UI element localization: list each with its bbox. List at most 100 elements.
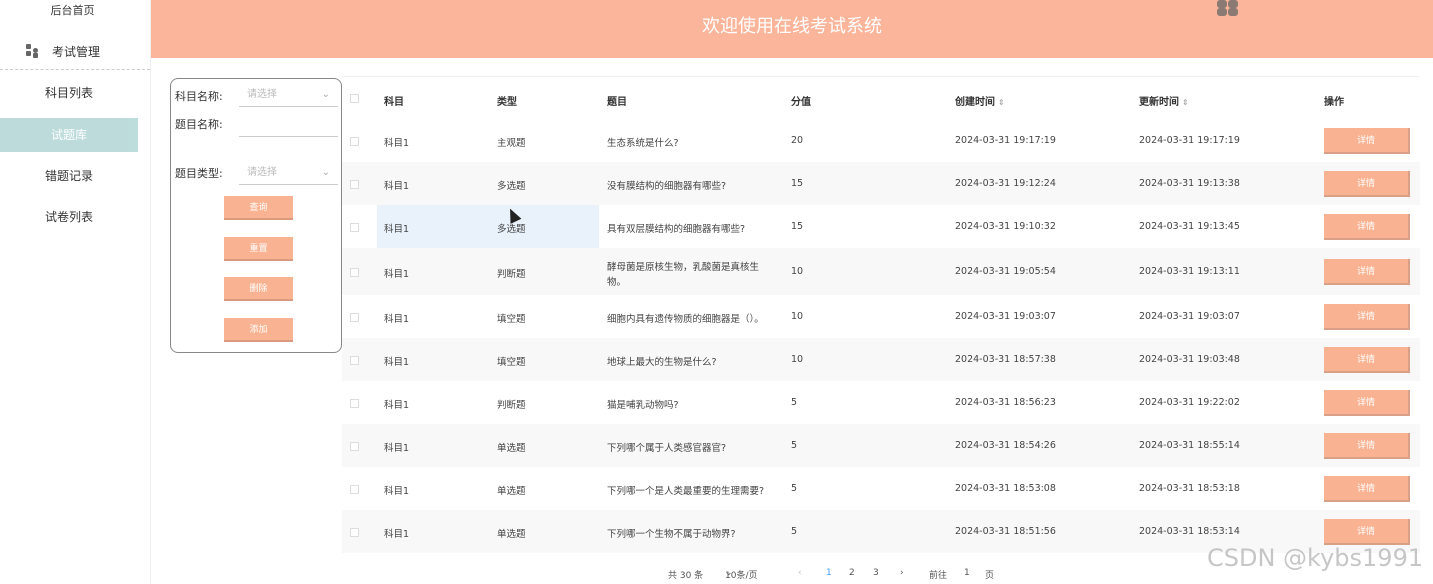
row-checkbox[interactable]	[350, 399, 359, 408]
cell-subject: 科目1	[384, 269, 410, 280]
table-row: 科目1 判断题 酵母菌是原核生物，乳酸菌是真核生 物。 10 2024-03-31 19:…	[342, 248, 1420, 295]
detail-button[interactable]: 详情	[1324, 476, 1410, 502]
subject-select[interactable]: 请选择 ⌄	[239, 83, 338, 107]
reset-button[interactable]: 重置	[224, 237, 293, 261]
next-page-icon[interactable]: ›	[900, 568, 904, 578]
col-updated[interactable]: 更新时间 ⇕	[1139, 93, 1189, 108]
cell-score: 5	[791, 483, 798, 494]
pager-total: 共 30 条	[668, 571, 704, 581]
subject-placeholder: 请选择	[247, 89, 277, 100]
cell-subject: 科目1	[384, 224, 410, 235]
detail-button[interactable]: 详情	[1324, 304, 1410, 330]
row-checkbox[interactable]	[350, 268, 359, 277]
table-row: 科目1 填空题 地球上最大的生物是什么? 10 2024-03-31 18:57:38 2…	[342, 338, 1420, 381]
row-checkbox[interactable]	[350, 137, 359, 146]
cell-score: 10	[791, 311, 804, 322]
cell-created: 2024-03-31 18:53:08	[955, 483, 1056, 494]
row-checkbox[interactable]	[350, 313, 359, 322]
detail-button[interactable]: 详情	[1324, 433, 1410, 459]
cell-score: 5	[791, 397, 798, 408]
question-label: 题目名称:	[175, 118, 223, 131]
row-checkbox[interactable]	[350, 180, 359, 189]
cell-question: 地球上最大的生物是什么?	[607, 357, 717, 368]
goto-input[interactable]: 1	[964, 568, 970, 578]
col-score: 分值	[791, 97, 811, 108]
detail-button[interactable]: 详情	[1324, 347, 1410, 373]
cell-updated: 2024-03-31 19:17:19	[1139, 135, 1240, 146]
goto-label: 前往	[929, 571, 948, 581]
cell-subject: 科目1	[384, 400, 410, 411]
sidebar-item-question-bank[interactable]: 试题库	[0, 118, 138, 152]
sidebar-item-subjects[interactable]: 科目列表	[0, 76, 138, 110]
page-1[interactable]: 1	[826, 568, 832, 578]
cell-created: 2024-03-31 18:54:26	[955, 440, 1056, 451]
search-button[interactable]: 查询	[224, 196, 293, 220]
detail-button[interactable]: 详情	[1324, 171, 1410, 197]
detail-button[interactable]: 详情	[1324, 128, 1410, 154]
type-label: 题目类型:	[175, 167, 223, 180]
cell-score: 5	[791, 526, 798, 537]
user-icon[interactable]	[1217, 0, 1239, 16]
cell-question: 酵母菌是原核生物，乳酸菌是真核生	[607, 262, 760, 273]
table-row: 科目1 单选题 下列哪个属于人类感官器官? 5 2024-03-31 18:54:26 2…	[342, 424, 1420, 467]
cell-type: 单选题	[497, 486, 526, 497]
table-row: 科目1 填空题 细胞内具有遗传物质的细胞器是（）。 10 2024-03-31 19:0…	[342, 295, 1420, 338]
cell-question: 下列哪个属于人类感官器官?	[607, 443, 727, 454]
row-checkbox[interactable]	[350, 356, 359, 365]
col-question: 题目	[607, 97, 627, 108]
cell-created: 2024-03-31 19:05:54	[955, 266, 1056, 277]
sidebar-group-exam[interactable]: 考试管理	[0, 40, 150, 70]
add-button[interactable]: 添加	[224, 318, 293, 342]
cell-score: 10	[791, 354, 804, 365]
detail-button[interactable]: 详情	[1324, 519, 1410, 545]
sidebar-item-papers[interactable]: 试卷列表	[0, 200, 138, 234]
col-created[interactable]: 创建时间 ⇕	[955, 93, 1005, 108]
row-checkbox[interactable]	[350, 485, 359, 494]
table-row: 科目1 多选题 具有双层膜结构的细胞器有哪些? 15 2024-03-31 19:10:…	[342, 205, 1420, 248]
page-3[interactable]: 3	[873, 568, 879, 578]
cell-created: 2024-03-31 19:10:32	[955, 221, 1056, 232]
page-title: 欢迎使用在线考试系统	[702, 16, 882, 37]
sidebar-home[interactable]: 后台首页	[0, 2, 145, 18]
delete-button[interactable]: 删除	[224, 277, 293, 301]
cell-subject: 科目1	[384, 357, 410, 368]
detail-button[interactable]: 详情	[1324, 214, 1410, 240]
sort-icon: ⇕	[998, 98, 1005, 107]
row-checkbox[interactable]	[350, 442, 359, 451]
prev-page-icon[interactable]: ‹	[798, 568, 802, 578]
cell-updated: 2024-03-31 19:13:45	[1139, 221, 1240, 232]
cell-type: 判断题	[497, 269, 526, 280]
cell-subject: 科目1	[384, 138, 410, 149]
cell-score: 10	[791, 266, 804, 277]
row-checkbox[interactable]	[350, 528, 359, 537]
cell-subject: 科目1	[384, 529, 410, 540]
sort-icon: ⇕	[1182, 98, 1189, 107]
question-input[interactable]	[239, 113, 338, 137]
sidebar-item-wrong-records[interactable]: 错题记录	[0, 159, 138, 193]
cell-subject: 科目1	[384, 443, 410, 454]
cell-type: 多选题	[497, 181, 526, 192]
detail-button[interactable]: 详情	[1324, 390, 1410, 416]
sidebar: 后台首页 考试管理 科目列表 试题库 错题记录 试卷列表	[0, 0, 151, 584]
type-select[interactable]: 请选择 ⌄	[239, 161, 338, 185]
cell-created: 2024-03-31 18:56:23	[955, 397, 1056, 408]
cell-type: 填空题	[497, 314, 526, 325]
col-actions: 操作	[1324, 97, 1344, 108]
row-checkbox[interactable]	[350, 223, 359, 232]
cell-updated: 2024-03-31 19:13:11	[1139, 266, 1240, 277]
page-2[interactable]: 2	[849, 568, 855, 578]
cell-created: 2024-03-31 19:03:07	[955, 311, 1056, 322]
chevron-down-icon: ⌄	[725, 568, 733, 578]
cell-question: 细胞内具有遗传物质的细胞器是（）。	[607, 314, 764, 325]
table-row: 科目1 单选题 下列哪一个是人类最重要的生理需要? 5 2024-03-31 18:53…	[342, 467, 1420, 510]
col-created-label: 创建时间	[955, 97, 995, 108]
grid-icon	[26, 44, 40, 58]
subject-label: 科目名称:	[175, 90, 223, 103]
cell-score: 15	[791, 178, 804, 189]
detail-button[interactable]: 详情	[1324, 259, 1410, 285]
cell-score: 5	[791, 440, 798, 451]
top-header: 欢迎使用在线考试系统	[151, 0, 1433, 58]
cell-updated: 2024-03-31 19:22:02	[1139, 397, 1240, 408]
cell-updated: 2024-03-31 19:13:38	[1139, 178, 1240, 189]
select-all-checkbox[interactable]	[350, 94, 359, 103]
